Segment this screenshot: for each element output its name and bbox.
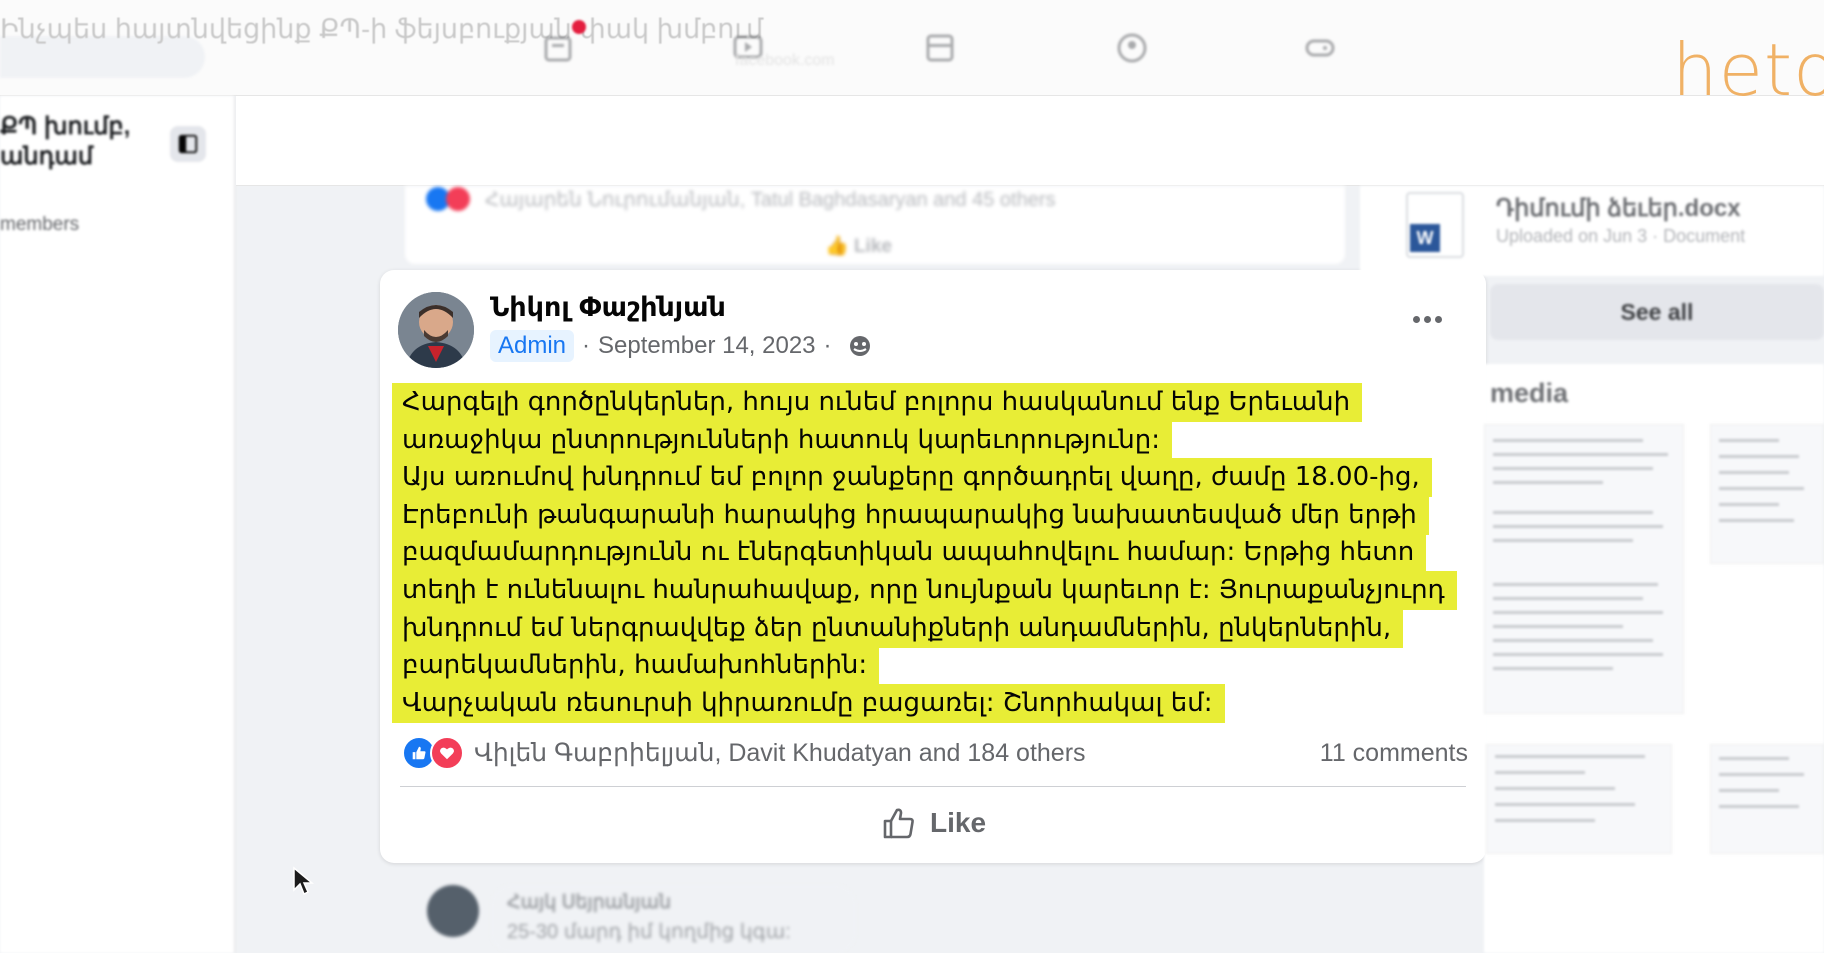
group-name[interactable]: ՔՊ խումբ, անդամ [0, 112, 150, 172]
post-text-line: բազմամարդությունն ու էներգետիկան ապահովե… [392, 533, 1427, 573]
post-date[interactable]: September 14, 2023 [598, 332, 816, 360]
post-text-line: Հարգելի գործընկերներ, հույս ունեմ բոլորս… [392, 383, 1363, 422]
separator-dot: · [582, 332, 591, 359]
divider [400, 786, 1466, 787]
post-card: Նիկոլ Փաշինյան Admin · September 14, 202… [380, 270, 1486, 863]
previous-like-label: Like [853, 236, 892, 257]
file-name[interactable]: Դիմումի ձեւեր.docx [1496, 194, 1741, 223]
video-title-overlay: Ինչպես հայտնվեցինք ՔՊ-ի ֆեյսբուքյան փակ … [0, 14, 764, 44]
media-thumbnail[interactable] [1710, 744, 1824, 854]
author-name[interactable]: Նիկոլ Փաշինյան [490, 292, 726, 323]
previous-like-button[interactable]: 👍 Like [825, 234, 892, 258]
url-watermark: facebook.com [735, 52, 835, 69]
like-label: Like [929, 807, 987, 838]
thumbs-up-icon: 👍 [825, 236, 854, 257]
reaction-icons[interactable] [402, 736, 464, 770]
members-label[interactable]: members [0, 214, 79, 236]
home-icon[interactable] [538, 28, 578, 68]
notification-badge [572, 20, 586, 34]
previous-reactions-text: Հայարեն Նուրումանյան, Tatul Baghdasaryan… [485, 188, 1056, 211]
word-badge: W [1410, 224, 1440, 252]
top-navigation-bar: Ինչպես հայտնվեցինք ՔՊ-ի ֆեյսբուքյան փակ … [0, 0, 1824, 112]
post-text-line: բարեկամներին, համախոհներին: [392, 646, 880, 686]
post-text-line: Վարչական ռեսուրսի կիրառումը բացառել: Շնո… [392, 683, 1225, 723]
avatar[interactable] [398, 292, 474, 368]
post-text-line: Էրեբունի թանգարանի հարակից հրապարակից նա… [392, 495, 1429, 535]
post-text-line: խնդրում եմ ներգրավվեք ձեր ընտանիքների ան… [392, 608, 1404, 648]
media-section: media [1484, 364, 1824, 953]
post-meta: Admin · September 14, 2023 · [490, 330, 872, 362]
admin-badge[interactable]: Admin [490, 330, 575, 362]
comment-bubble: Հայկ Սեյրանյան 25-30 մարդ իմ կողմից կգա: [491, 885, 856, 953]
thumbs-up-icon [883, 808, 914, 839]
reactors-text[interactable]: Վիլեն Գաբրիելյան, Davit Khudatyan and 18… [474, 738, 1320, 768]
left-sidebar: ՔՊ խումբ, անդամ members [0, 96, 235, 953]
previous-reactions[interactable]: Հայարեն Նուրումանյան, Tatul Baghdasaryan… [425, 186, 1055, 212]
post-text-line: առաջիկա ընտրությունների հատուկ կարեւորու… [392, 420, 1173, 460]
group-header-strip [236, 96, 1824, 186]
previous-post: Հայարեն Նուրումանյան, Tatul Baghdasaryan… [405, 186, 1345, 264]
separator-dot: · [823, 332, 832, 359]
avatar[interactable] [427, 885, 479, 937]
file-meta: Uploaded on Jun 3 · Document [1496, 226, 1746, 246]
reaction-summary: Վիլեն Գաբրիելյան, Davit Khudatyan and 18… [402, 733, 1468, 773]
reaction-icons [426, 187, 470, 211]
right-column: W Դիմումի ձեւեր.docx Uploaded on Jun 3 ·… [1360, 186, 1824, 953]
love-icon [430, 736, 464, 770]
cursor-icon [293, 866, 314, 896]
media-thumbnail[interactable] [1484, 424, 1684, 714]
comment-text: 25-30 մարդ իմ կողմից կգա: [507, 921, 791, 943]
menu-toggle-icon[interactable] [170, 126, 206, 162]
post-text-line: տեղի է ունենալու հանրահավաք, որը նույնքա… [392, 570, 1457, 610]
word-doc-icon: W [1406, 192, 1464, 258]
like-button[interactable]: Like [380, 798, 1486, 848]
see-all-button[interactable]: See all [1490, 284, 1824, 340]
post-text: Հարգելի գործընկերներ, հույս ունեմ բոլորս… [392, 383, 1482, 723]
file-item[interactable]: W Դիմումի ձեւեր.docx Uploaded on Jun 3 ·… [1360, 186, 1824, 276]
globe-icon [849, 336, 870, 356]
media-thumbnail[interactable] [1710, 424, 1824, 564]
media-title: media [1490, 378, 1569, 408]
post-text-line: Այս առումով խնդրում եմ բոլոր ջանքերը գոր… [392, 458, 1432, 498]
media-thumbnail[interactable] [1486, 744, 1672, 854]
comment-preview: Հայկ Սեյրանյան 25-30 մարդ իմ կողմից կգա: [405, 865, 1305, 953]
comment-author[interactable]: Հայկ Սեյրանյան [507, 891, 671, 914]
gaming-icon[interactable] [1300, 28, 1340, 68]
